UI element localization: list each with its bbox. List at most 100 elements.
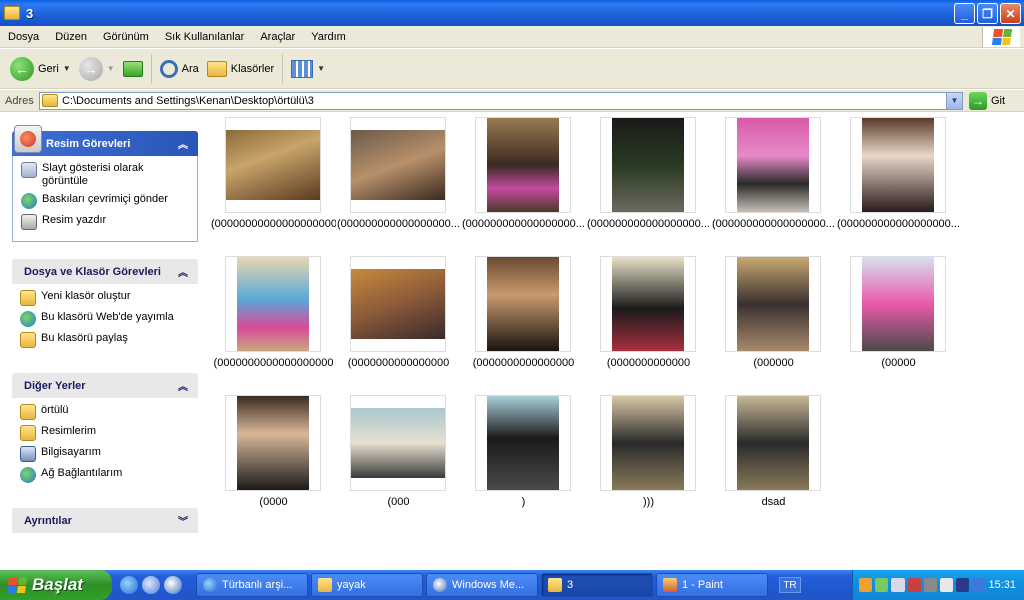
thumbnail[interactable] [850, 117, 946, 213]
thumbnail[interactable] [475, 395, 571, 491]
clock[interactable]: 15:31 [989, 579, 1017, 591]
task-folder-3[interactable]: 3 [541, 573, 653, 597]
menu-file[interactable]: Dosya [0, 31, 47, 43]
file-caption[interactable]: (000000000000000000... [711, 218, 836, 231]
other-places-header[interactable]: Diğer Yerler ︽ [12, 373, 198, 398]
search-button[interactable]: Ara [156, 51, 203, 87]
thumbnail[interactable] [850, 256, 946, 352]
browser-icon[interactable] [142, 576, 160, 594]
address-field[interactable]: C:\Documents and Settings\Kenan\Desktop\… [39, 91, 963, 110]
tray-app-icon[interactable] [923, 578, 937, 592]
task-new-folder[interactable]: Yeni klasör oluştur [20, 290, 190, 306]
volume-icon[interactable] [939, 578, 954, 592]
thumbnail[interactable] [600, 256, 696, 352]
place-my-pictures[interactable]: Resimlerim [20, 425, 190, 441]
photo [351, 269, 445, 339]
thumbnail[interactable] [225, 117, 321, 213]
menu-view[interactable]: Görünüm [95, 31, 157, 43]
task-print-picture[interactable]: Resim yazdır [21, 214, 189, 230]
file-caption[interactable]: (000000 [711, 357, 836, 370]
place-my-computer[interactable]: Bilgisayarım [20, 446, 190, 462]
thumbnail[interactable] [225, 256, 321, 352]
thumbnail[interactable] [725, 256, 821, 352]
menu-favorites[interactable]: Sık Kullanılanlar [157, 31, 253, 43]
task-windows-media[interactable]: Windows Me... [426, 573, 538, 597]
thumbnail[interactable] [350, 256, 446, 352]
file-caption[interactable]: dsad [711, 496, 836, 509]
quick-launch [120, 576, 196, 594]
tray-app-icon[interactable] [956, 578, 970, 592]
tray-app-icon[interactable] [859, 578, 873, 592]
internet-explorer-icon[interactable] [120, 576, 138, 594]
forward-button[interactable]: → ▼ [75, 51, 119, 87]
file-caption[interactable]: (000000000000000000... [836, 218, 961, 231]
task-paint[interactable]: 1 - Paint [656, 573, 768, 597]
task-order-prints[interactable]: Baskıları çevrimiçi gönder [21, 193, 189, 209]
file-caption[interactable]: (00000 [836, 357, 961, 370]
thumbnail[interactable] [600, 395, 696, 491]
views-button[interactable]: ▼ [287, 51, 329, 87]
file-caption[interactable]: (000000000000000000... [461, 218, 586, 231]
menu-help[interactable]: Yardım [303, 31, 354, 43]
file-caption[interactable]: (0000000000000000000 [211, 357, 336, 370]
tray-app-icon[interactable] [875, 578, 889, 592]
thumbnail[interactable] [225, 395, 321, 491]
pictures-folder-icon [20, 425, 36, 441]
maximize-button[interactable]: ❐ [977, 3, 998, 24]
back-button[interactable]: ← Geri ▼ [6, 51, 75, 87]
folders-button[interactable]: Klasörler [203, 51, 278, 87]
thumbnail[interactable] [350, 395, 446, 491]
folder-icon [4, 6, 20, 20]
task-label: Baskıları çevrimiçi gönder [42, 193, 168, 205]
file-caption[interactable]: (0000000000000000 [336, 357, 461, 370]
picture-tasks-icon [14, 125, 42, 153]
file-caption[interactable]: (000000000000000000... [336, 218, 461, 231]
thumbnail[interactable] [725, 117, 821, 213]
photo [612, 396, 684, 490]
file-caption[interactable]: (000000000000000000000000000000000 [211, 218, 336, 231]
photo [351, 130, 445, 200]
file-caption[interactable]: ))) [586, 496, 711, 509]
file-caption[interactable]: (000000000000000000... [586, 218, 711, 231]
file-caption[interactable]: (0000 [211, 496, 336, 509]
thumbnail[interactable] [350, 117, 446, 213]
menu-tools[interactable]: Araçlar [252, 31, 303, 43]
forward-dropdown-icon[interactable]: ▼ [107, 64, 115, 73]
tray-app-icon[interactable] [972, 578, 986, 592]
thumbnail[interactable] [600, 117, 696, 213]
file-tasks-title: Dosya ve Klasör Görevleri [24, 265, 161, 278]
file-caption[interactable]: ) [461, 496, 586, 509]
language-indicator[interactable]: TR [779, 577, 801, 593]
task-publish-web[interactable]: Bu klasörü Web'de yayımla [20, 311, 190, 327]
menu-edit[interactable]: Düzen [47, 31, 95, 43]
up-folder-button[interactable] [119, 51, 147, 87]
address-value: C:\Documents and Settings\Kenan\Desktop\… [62, 94, 314, 107]
file-caption[interactable]: (0000000000000 [586, 357, 711, 370]
thumbnail[interactable] [725, 395, 821, 491]
start-button[interactable]: Başlat [0, 570, 112, 600]
file-tasks-header[interactable]: Dosya ve Klasör Görevleri ︽ [12, 259, 198, 284]
thumbnail[interactable] [475, 256, 571, 352]
file-caption[interactable]: (0000000000000000 [461, 357, 586, 370]
media-player-icon[interactable] [164, 576, 182, 594]
collapse-icon[interactable]: ︽ [178, 136, 188, 151]
back-dropdown-icon[interactable]: ▼ [63, 64, 71, 73]
place-ortulu[interactable]: örtülü [20, 404, 190, 420]
go-button[interactable]: → Git [969, 91, 1005, 110]
thumbnail[interactable] [475, 117, 571, 213]
task-share-folder[interactable]: Bu klasörü paylaş [20, 332, 190, 348]
details-header[interactable]: Ayrıntılar ︾ [12, 508, 198, 533]
task-yayak[interactable]: yayak [311, 573, 423, 597]
place-network[interactable]: Ağ Bağlantılarım [20, 467, 190, 483]
expand-icon[interactable]: ︾ [178, 513, 188, 528]
close-button[interactable]: ✕ [1000, 3, 1021, 24]
collapse-icon[interactable]: ︽ [178, 264, 188, 279]
network-warning-icon[interactable] [891, 578, 905, 592]
minimize-button[interactable]: _ [954, 3, 975, 24]
address-dropdown-icon[interactable]: ▼ [946, 92, 962, 109]
task-slideshow[interactable]: Slayt gösterisi olarak görüntüle [21, 162, 189, 188]
task-turbanli[interactable]: Türbanlı arşi... [196, 573, 308, 597]
collapse-icon[interactable]: ︽ [178, 378, 188, 393]
file-caption[interactable]: (000 [336, 496, 461, 509]
network-disconnected-icon[interactable] [907, 578, 921, 592]
